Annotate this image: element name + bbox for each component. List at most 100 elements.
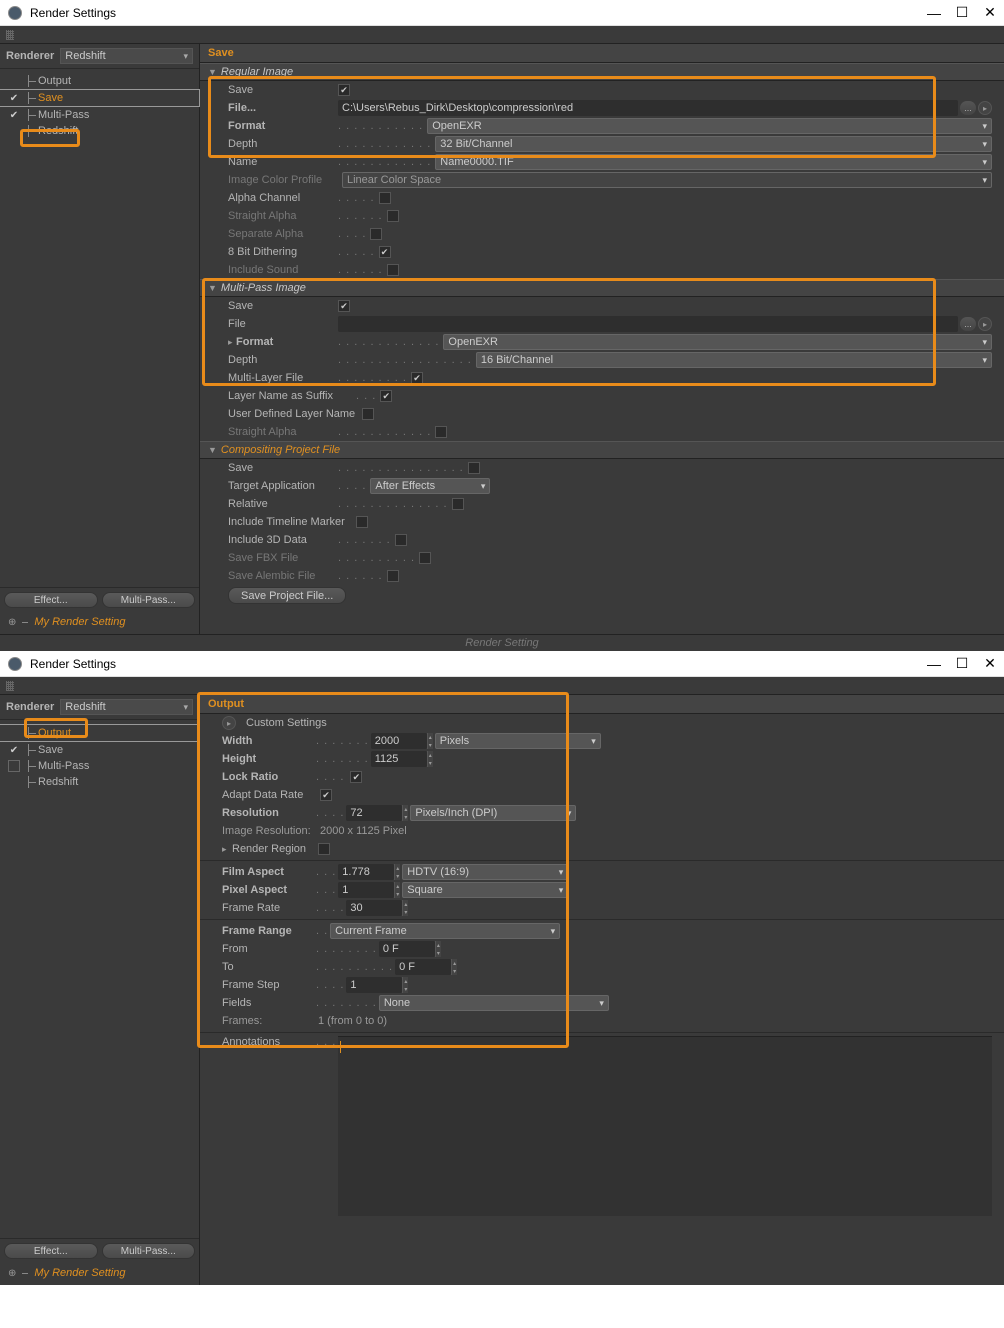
resolution-input[interactable] (346, 805, 402, 821)
toolbar (0, 26, 1004, 44)
mp-save-checkbox[interactable]: ✔ (338, 300, 350, 312)
render-region-checkbox[interactable] (318, 843, 330, 855)
icp-select[interactable]: Linear Color Space (342, 172, 992, 188)
width-input[interactable] (371, 733, 427, 749)
mp-file-input[interactable] (338, 316, 958, 332)
depth-select[interactable]: 32 Bit/Channel (435, 136, 992, 152)
custom-settings-label: Custom Settings (246, 717, 327, 729)
pixel-aspect-input[interactable] (338, 882, 394, 898)
to-input[interactable] (395, 959, 451, 975)
format-select[interactable]: OpenEXR (427, 118, 992, 134)
frame-step-input[interactable] (346, 977, 402, 993)
film-aspect-input[interactable] (338, 864, 394, 880)
straight-alpha-checkbox[interactable] (387, 210, 399, 222)
reg-save-checkbox[interactable]: ✔ (338, 84, 350, 96)
window-1: Render Settings — ☐ ✕ Renderer Redshift … (0, 0, 1004, 651)
window-title: Render Settings (30, 6, 928, 20)
sound-checkbox[interactable] (387, 264, 399, 276)
nav-redshift-2[interactable]: Redshift (0, 774, 199, 790)
maximize-button[interactable]: ☐ (956, 7, 968, 19)
effect-button[interactable]: Effect... (4, 1243, 98, 1259)
close-button[interactable]: ✕ (984, 658, 996, 670)
file-button[interactable]: File... (228, 102, 338, 114)
nav-save-2[interactable]: ✔ Save (0, 742, 199, 758)
settings-target-icon: ⊕ (8, 1268, 16, 1279)
lns-checkbox[interactable]: ✔ (380, 390, 392, 402)
separate-alpha-checkbox[interactable] (370, 228, 382, 240)
preset-menu-button[interactable]: ▸ (222, 716, 236, 730)
window-2: Render Settings — ☐ ✕ Renderer Redshift … (0, 651, 1004, 1285)
nav-output[interactable]: Output (0, 73, 199, 89)
my-render-setting[interactable]: My Render Setting (34, 616, 125, 628)
renderer-label: Renderer (6, 50, 54, 62)
minimize-button[interactable]: — (928, 7, 940, 19)
multipass-button[interactable]: Multi-Pass... (102, 592, 196, 608)
alembic-checkbox[interactable] (387, 570, 399, 582)
udln-checkbox[interactable] (362, 408, 374, 420)
pixel-aspect-select[interactable]: Square (402, 882, 568, 898)
nav-save[interactable]: ✔ Save (0, 90, 199, 106)
save-project-button[interactable]: Save Project File... (228, 587, 346, 604)
window-title-2: Render Settings (30, 657, 928, 671)
alpha-checkbox[interactable] (379, 192, 391, 204)
effect-button[interactable]: Effect... (4, 592, 98, 608)
comp-save-checkbox[interactable] (468, 462, 480, 474)
mp-file-browse-button[interactable]: … (960, 317, 976, 331)
app-icon (8, 657, 22, 671)
film-aspect-select[interactable]: HDTV (16:9) (402, 864, 568, 880)
nav-multipass[interactable]: ✔ Multi-Pass (0, 107, 199, 123)
toolbar-2 (0, 677, 1004, 695)
my-render-setting[interactable]: My Render Setting (34, 1267, 125, 1279)
dither-checkbox[interactable]: ✔ (379, 246, 391, 258)
relative-checkbox[interactable] (452, 498, 464, 510)
section-regular-image[interactable]: ▼Regular Image (200, 63, 1004, 81)
nav-output-2[interactable]: Output (0, 725, 199, 741)
from-input[interactable] (379, 941, 435, 957)
mp-depth-select[interactable]: 16 Bit/Channel (476, 352, 992, 368)
detail-panel: Save ▼Regular Image Save ✔ File... … ▸ F… (200, 44, 1004, 634)
annotations-input[interactable] (338, 1036, 992, 1216)
tlm-checkbox[interactable] (356, 516, 368, 528)
name-select[interactable]: Name0000.TIF (435, 154, 992, 170)
detail-header: Save (200, 44, 1004, 63)
nav-redshift[interactable]: Redshift (0, 123, 199, 139)
minimize-button[interactable]: — (928, 658, 940, 670)
mp-format-select[interactable]: OpenEXR (443, 334, 992, 350)
inc3d-checkbox[interactable] (395, 534, 407, 546)
section-multipass-image[interactable]: ▼Multi-Pass Image (200, 279, 1004, 297)
adapt-checkbox[interactable]: ✔ (320, 789, 332, 801)
renderer-dropdown[interactable]: Redshift (60, 699, 193, 715)
nav-multipass-2[interactable]: Multi-Pass (0, 758, 199, 774)
frame-range-select[interactable]: Current Frame (330, 923, 560, 939)
target-app-select[interactable]: After Effects (370, 478, 490, 494)
image-resolution-value: 2000 x 1125 Pixel (320, 825, 407, 837)
file-input[interactable] (338, 100, 958, 116)
titlebar[interactable]: Render Settings — ☐ ✕ (0, 0, 1004, 26)
frames-value: 1 (from 0 to 0) (318, 1015, 387, 1027)
fields-select[interactable]: None (379, 995, 609, 1011)
fbx-checkbox[interactable] (419, 552, 431, 564)
sidebar-2: Renderer Redshift Output ✔ Save Multi-Pa… (0, 695, 200, 1285)
multipass-button[interactable]: Multi-Pass... (102, 1243, 196, 1259)
renderer-dropdown[interactable]: Redshift (60, 48, 193, 64)
lock-ratio-checkbox[interactable]: ✔ (350, 771, 362, 783)
file-menu-button[interactable]: ▸ (978, 101, 992, 115)
settings-target-icon: ⊕ (8, 617, 16, 628)
maximize-button[interactable]: ☐ (956, 658, 968, 670)
resolution-unit-select[interactable]: Pixels/Inch (DPI) (410, 805, 576, 821)
file-browse-button[interactable]: … (960, 101, 976, 115)
frame-rate-input[interactable] (346, 900, 402, 916)
close-button[interactable]: ✕ (984, 7, 996, 19)
section-compositing[interactable]: ▼Compositing Project File (200, 441, 1004, 459)
render-setting-menu[interactable]: Render Setting (0, 634, 1004, 651)
titlebar-2[interactable]: Render Settings — ☐ ✕ (0, 651, 1004, 677)
mlf-checkbox[interactable]: ✔ (411, 372, 423, 384)
detail-panel-2: Output ▸ Custom Settings Width. . . . . … (200, 695, 1004, 1285)
mp-straight-checkbox[interactable] (435, 426, 447, 438)
sidebar: Renderer Redshift Output ✔ Save ✔ Multi-… (0, 44, 200, 634)
width-unit-select[interactable]: Pixels (435, 733, 601, 749)
detail-header-2: Output (200, 695, 1004, 714)
renderer-label: Renderer (6, 701, 54, 713)
height-input[interactable] (371, 751, 427, 767)
mp-file-menu-button[interactable]: ▸ (978, 317, 992, 331)
